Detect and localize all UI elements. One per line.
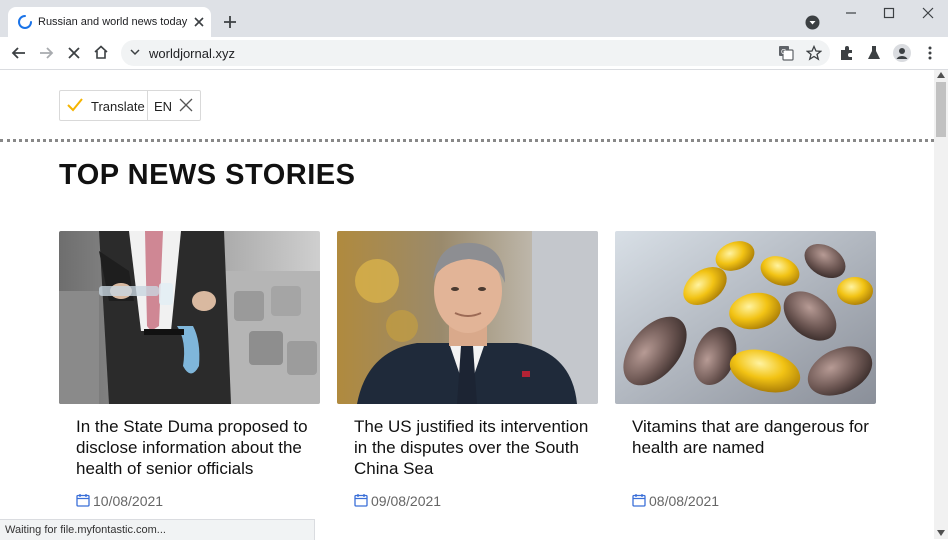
- svg-text:G: G: [781, 49, 786, 56]
- status-bar: Waiting for file.myfontastic.com...: [0, 519, 315, 540]
- tab-strip: Russian and world news today: [0, 0, 948, 37]
- browser-toolbar: worldjornal.xyz G: [0, 37, 948, 70]
- maximize-icon[interactable]: [882, 6, 896, 20]
- labs-flask-icon[interactable]: [866, 45, 882, 61]
- article-date-text: 10/08/2021: [93, 493, 164, 509]
- new-tab-icon[interactable]: [222, 14, 238, 30]
- article-title[interactable]: Vitamins that are dangerous for health a…: [632, 416, 872, 458]
- calendar-icon: [76, 494, 90, 507]
- close-window-icon[interactable]: [921, 6, 935, 20]
- article-image-diplomat[interactable]: [337, 231, 598, 404]
- scroll-thumb[interactable]: [936, 82, 946, 137]
- article-date-text: 09/08/2021: [371, 493, 442, 509]
- loading-spinner-icon: [18, 15, 32, 29]
- scroll-up-arrow-icon[interactable]: [937, 72, 945, 78]
- forward-arrow-icon[interactable]: [38, 45, 54, 61]
- close-tab-icon[interactable]: [192, 15, 206, 29]
- stop-loading-icon[interactable]: [66, 45, 82, 61]
- news-card[interactable]: Vitamins that are dangerous for health a…: [615, 231, 876, 509]
- calendar-icon: [354, 494, 368, 507]
- news-card[interactable]: In the State Duma proposed to disclose i…: [59, 231, 320, 509]
- calendar-icon: [632, 494, 646, 507]
- dotted-divider: [0, 139, 934, 142]
- url-text[interactable]: worldjornal.xyz: [149, 46, 235, 61]
- page-title: TOP NEWS STORIES: [59, 159, 356, 191]
- article-date-text: 08/08/2021: [649, 493, 720, 509]
- article-image-vitamins[interactable]: [615, 231, 876, 404]
- bookmark-star-icon[interactable]: [806, 45, 822, 61]
- tab-search-icon[interactable]: [805, 15, 820, 30]
- translate-divider: [147, 91, 148, 120]
- page-scrollbar[interactable]: [934, 70, 948, 539]
- close-icon[interactable]: [179, 98, 193, 112]
- browser-tab[interactable]: Russian and world news today: [8, 7, 211, 37]
- status-text: Waiting for file.myfontastic.com...: [5, 524, 166, 536]
- article-title[interactable]: The US justified its intervention in the…: [354, 416, 594, 479]
- more-menu-icon[interactable]: [922, 45, 938, 61]
- home-icon[interactable]: [93, 44, 109, 60]
- google-translate-icon[interactable]: G: [778, 45, 794, 61]
- news-card[interactable]: The US justified its intervention in the…: [337, 231, 598, 509]
- translate-label[interactable]: Translate: [91, 99, 145, 114]
- extensions-puzzle-icon[interactable]: [839, 45, 855, 61]
- profile-avatar-icon[interactable]: [893, 44, 911, 62]
- scroll-down-arrow-icon[interactable]: [937, 530, 945, 536]
- web-page: Translate EN TOP NEWS STORIES In the Sta…: [0, 70, 934, 539]
- checkmark-icon: [67, 98, 83, 112]
- tab-title: Russian and world news today: [38, 16, 188, 28]
- translate-language[interactable]: EN: [154, 99, 172, 114]
- address-bar[interactable]: worldjornal.xyz G: [121, 40, 830, 66]
- back-arrow-icon[interactable]: [11, 45, 27, 61]
- article-image-officials[interactable]: [59, 231, 320, 404]
- chevron-down-icon[interactable]: [129, 46, 141, 58]
- article-title[interactable]: In the State Duma proposed to disclose i…: [76, 416, 316, 479]
- minimize-icon[interactable]: [844, 6, 858, 20]
- translate-widget[interactable]: Translate EN: [59, 90, 201, 121]
